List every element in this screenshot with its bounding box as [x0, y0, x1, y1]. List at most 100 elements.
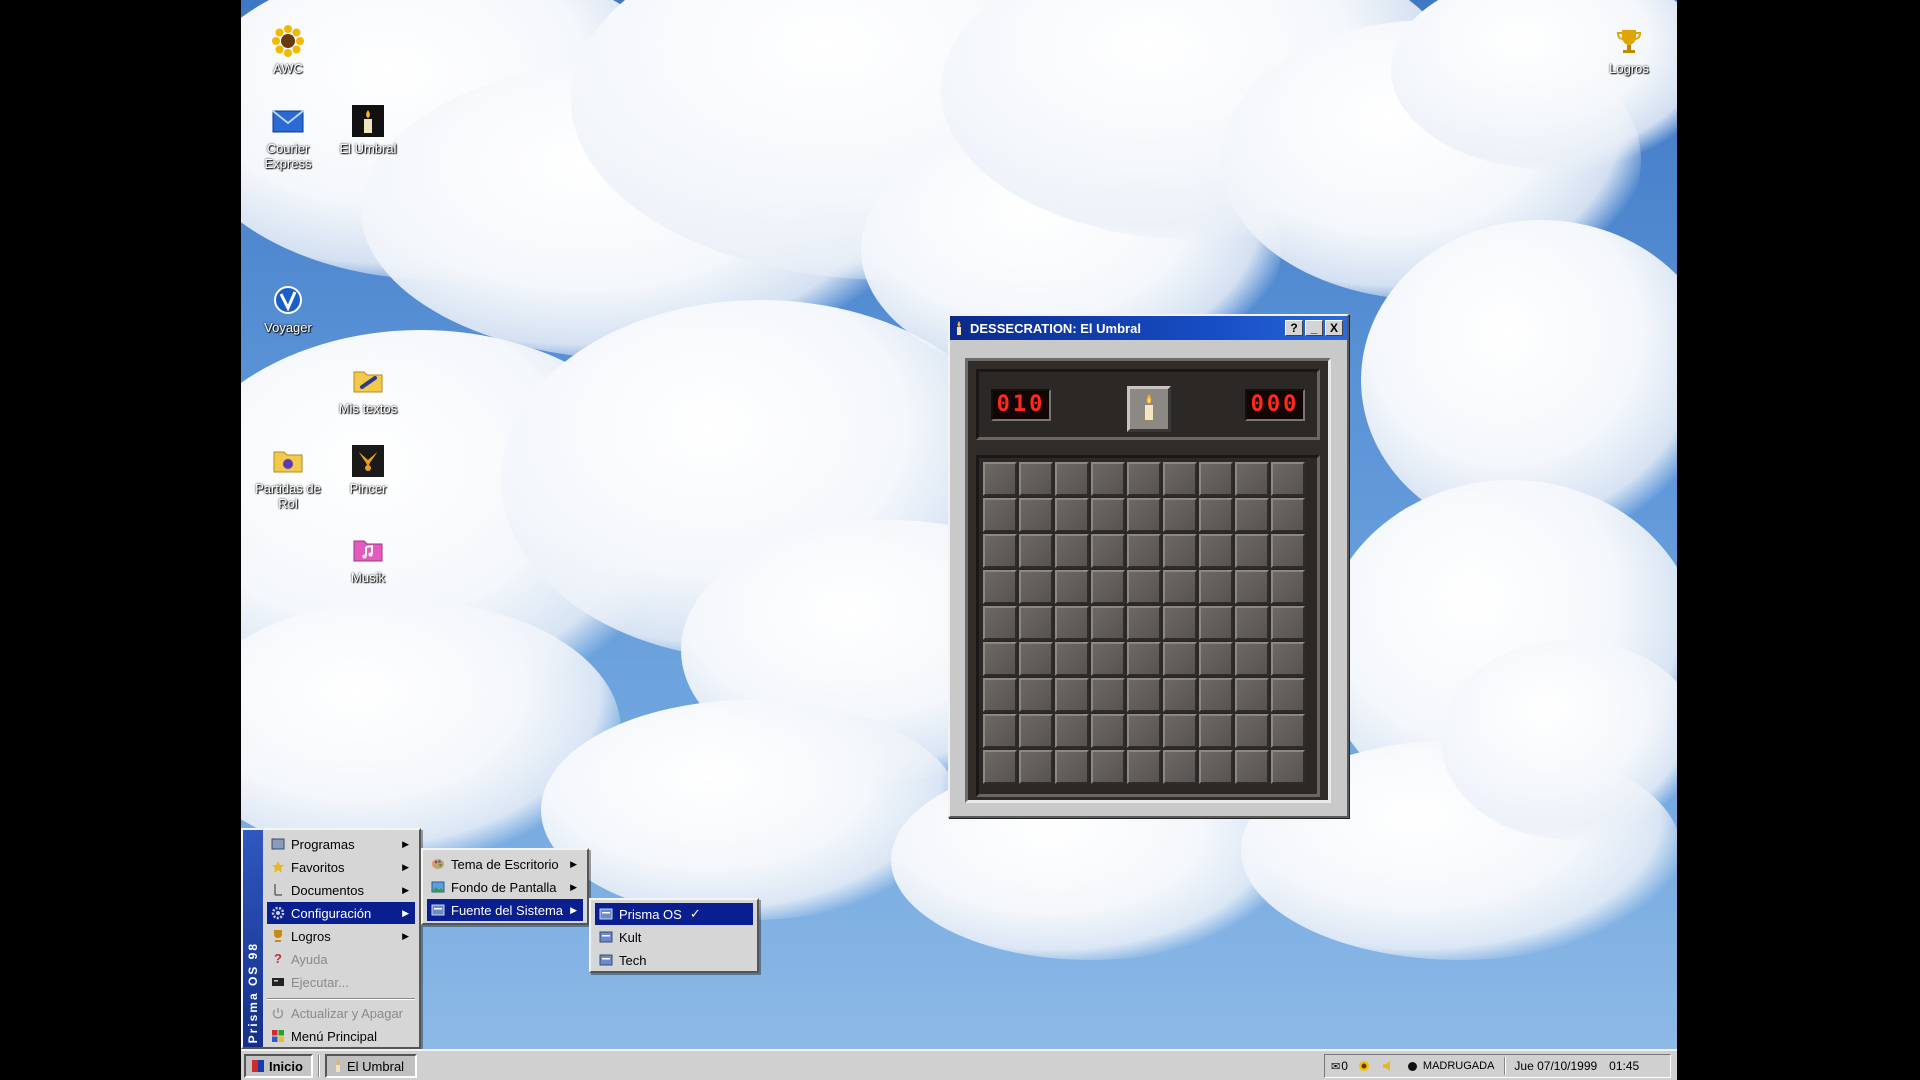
grid-cell[interactable] [1235, 750, 1269, 784]
desktop-icon-awc[interactable]: AWC [248, 24, 328, 76]
grid-cell[interactable] [1163, 462, 1197, 496]
grid-cell[interactable] [1271, 570, 1305, 604]
grid-cell[interactable] [1163, 678, 1197, 712]
grid-cell[interactable] [1091, 642, 1125, 676]
grid-cell[interactable] [1019, 462, 1053, 496]
date-display[interactable]: Jue 07/10/1999 [1514, 1059, 1597, 1073]
grid-cell[interactable] [1163, 642, 1197, 676]
grid-cell[interactable] [1271, 534, 1305, 568]
grid-cell[interactable] [1055, 534, 1089, 568]
grid-cell[interactable] [1019, 606, 1053, 640]
grid-cell[interactable] [1019, 714, 1053, 748]
help-button[interactable]: ? [1285, 320, 1303, 336]
grid-cell[interactable] [1055, 678, 1089, 712]
desktop-icon-pincer[interactable]: Pincer [328, 444, 408, 496]
minimize-button[interactable]: _ [1305, 320, 1323, 336]
close-button[interactable]: X [1325, 320, 1343, 336]
menu-item-ayuda[interactable]: ? Ayuda [267, 948, 415, 970]
grid-cell[interactable] [1163, 606, 1197, 640]
menu-item-tema-escritorio[interactable]: Tema de Escritorio ▶ [427, 853, 583, 875]
mail-icon[interactable]: ✉ [1331, 1060, 1340, 1073]
grid-cell[interactable] [1019, 570, 1053, 604]
start-button[interactable]: Inicio [244, 1054, 313, 1078]
grid-cell[interactable] [983, 570, 1017, 604]
grid-cell[interactable] [1199, 714, 1233, 748]
grid-cell[interactable] [983, 534, 1017, 568]
desktop-icon-musik[interactable]: Musik [328, 533, 408, 585]
grid-cell[interactable] [1271, 678, 1305, 712]
sun-icon[interactable] [1358, 1060, 1370, 1072]
menu-item-documentos[interactable]: Documentos ▶ [267, 879, 415, 901]
grid-cell[interactable] [1199, 750, 1233, 784]
grid-cell[interactable] [1235, 678, 1269, 712]
menu-item-font-kult[interactable]: Kult [595, 926, 753, 948]
grid-cell[interactable] [1019, 498, 1053, 532]
volume-icon[interactable] [1382, 1060, 1394, 1072]
menu-item-logros[interactable]: Logros ▶ [267, 925, 415, 947]
grid-cell[interactable] [983, 678, 1017, 712]
grid-cell[interactable] [1235, 462, 1269, 496]
desktop-icon-voyager[interactable]: Voyager [248, 283, 328, 335]
grid-cell[interactable] [1199, 642, 1233, 676]
grid-cell[interactable] [1235, 642, 1269, 676]
grid-cell[interactable] [1055, 462, 1089, 496]
desktop-icon-logros[interactable]: Logros [1589, 24, 1669, 76]
game-window[interactable]: DESSECRATION: El Umbral ? _ X 010 000 [948, 314, 1349, 818]
grid-cell[interactable] [1235, 606, 1269, 640]
grid-cell[interactable] [983, 498, 1017, 532]
grid-cell[interactable] [983, 606, 1017, 640]
grid-cell[interactable] [1091, 678, 1125, 712]
grid-cell[interactable] [1127, 462, 1161, 496]
grid-cell[interactable] [1163, 534, 1197, 568]
grid-cell[interactable] [983, 750, 1017, 784]
menu-item-fondo-pantalla[interactable]: Fondo de Pantalla ▶ [427, 876, 583, 898]
taskbar-task-el-umbral[interactable]: El Umbral [325, 1054, 417, 1078]
desktop-icon-mis-textos[interactable]: Mis textos [328, 364, 408, 416]
grid-cell[interactable] [1091, 498, 1125, 532]
grid-cell[interactable] [1127, 642, 1161, 676]
grid-cell[interactable] [1235, 534, 1269, 568]
menu-item-actualizar-apagar[interactable]: Actualizar y Apagar [267, 1002, 415, 1024]
grid-cell[interactable] [1271, 714, 1305, 748]
menu-item-configuracion[interactable]: Configuración ▶ [267, 902, 415, 924]
grid-cell[interactable] [1127, 606, 1161, 640]
grid-cell[interactable] [1199, 678, 1233, 712]
grid-cell[interactable] [1235, 714, 1269, 748]
grid-cell[interactable] [1199, 498, 1233, 532]
grid-cell[interactable] [1019, 750, 1053, 784]
menu-item-favoritos[interactable]: Favoritos ▶ [267, 856, 415, 878]
grid-cell[interactable] [1271, 606, 1305, 640]
grid-cell[interactable] [1199, 606, 1233, 640]
grid-cell[interactable] [1091, 606, 1125, 640]
desktop-icon-el-umbral[interactable]: El Umbral [328, 104, 408, 156]
grid-cell[interactable] [1019, 678, 1053, 712]
grid-cell[interactable] [1199, 534, 1233, 568]
grid-cell[interactable] [1271, 462, 1305, 496]
grid-cell[interactable] [1019, 534, 1053, 568]
title-bar[interactable]: DESSECRATION: El Umbral ? _ X [950, 316, 1347, 340]
menu-item-font-prisma-os[interactable]: Prisma OS ✓ [595, 903, 753, 925]
menu-item-ejecutar[interactable]: Ejecutar... [267, 971, 415, 993]
grid-cell[interactable] [1055, 750, 1089, 784]
grid-cell[interactable] [1055, 606, 1089, 640]
grid-cell[interactable] [1127, 678, 1161, 712]
grid-cell[interactable] [1235, 498, 1269, 532]
grid-cell[interactable] [1091, 462, 1125, 496]
grid-cell[interactable] [1091, 750, 1125, 784]
grid-cell[interactable] [1163, 714, 1197, 748]
menu-item-fuente-sistema[interactable]: Fuente del Sistema ▶ [427, 899, 583, 921]
grid-cell[interactable] [1235, 570, 1269, 604]
grid-cell[interactable] [1055, 642, 1089, 676]
grid-cell[interactable] [1271, 498, 1305, 532]
grid-cell[interactable] [1127, 570, 1161, 604]
grid-cell[interactable] [1127, 714, 1161, 748]
desktop-icon-courier-express[interactable]: Courier Express [248, 104, 328, 171]
grid-cell[interactable] [983, 714, 1017, 748]
grid-cell[interactable] [983, 462, 1017, 496]
grid-cell[interactable] [1127, 534, 1161, 568]
grid-cell[interactable] [983, 642, 1017, 676]
grid-cell[interactable] [1091, 534, 1125, 568]
grid-cell[interactable] [1091, 714, 1125, 748]
grid-cell[interactable] [1055, 714, 1089, 748]
grid-cell[interactable] [1055, 570, 1089, 604]
